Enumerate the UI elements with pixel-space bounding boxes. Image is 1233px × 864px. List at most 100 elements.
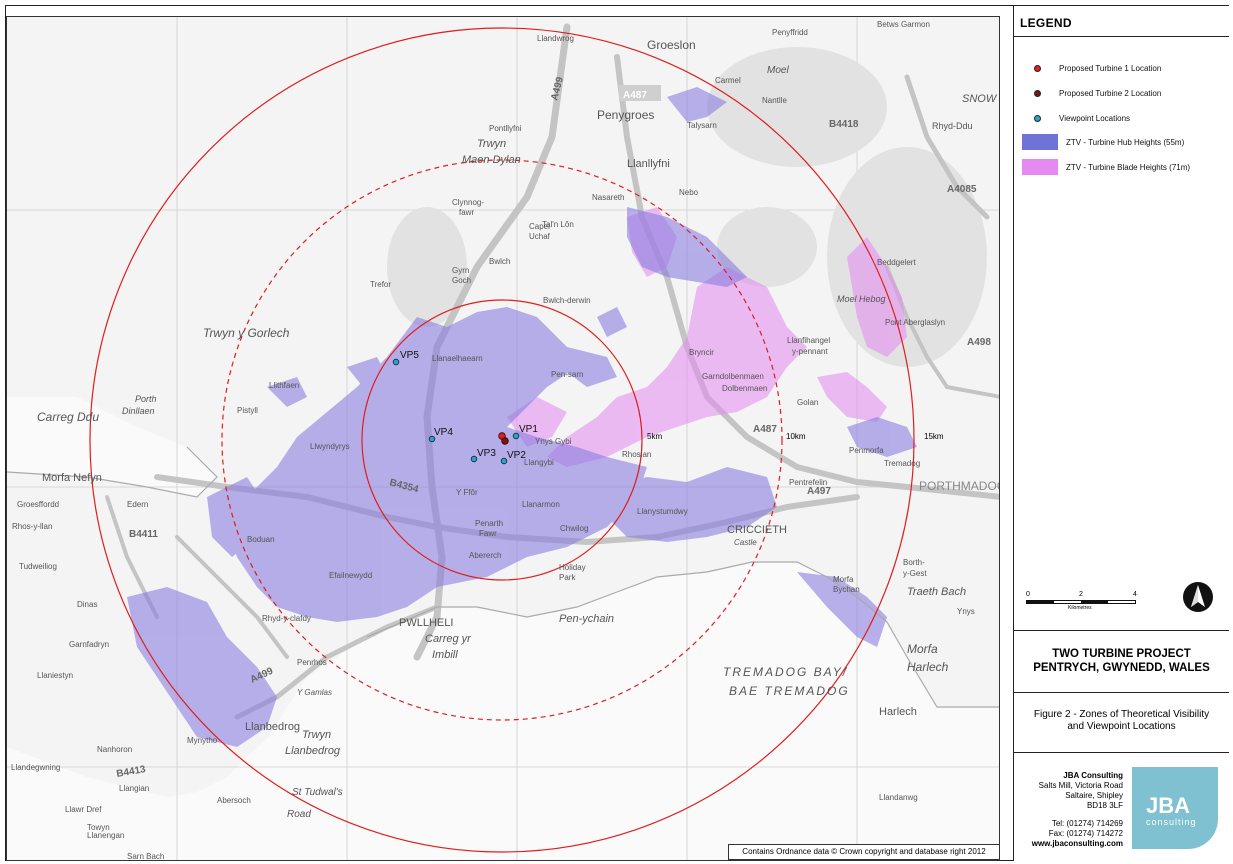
road-a497: A497: [807, 486, 831, 497]
legend-item-viewpoints: Viewpoint Locations: [1022, 110, 1130, 126]
legend-item-ztv-blade: ZTV - Turbine Blade Heights (71m): [1022, 159, 1190, 175]
scale-bar: 0 2 4 Kilometres: [1026, 591, 1141, 613]
place-talysarn: Talysarn: [687, 121, 717, 130]
turbine-1-dot-icon: [1034, 64, 1041, 72]
company-website[interactable]: www.jbaconsulting.com: [1032, 839, 1123, 849]
place-morfa-bychan-2: Bychan: [833, 585, 860, 594]
place-pen-ychain: Pen-ychain: [559, 613, 614, 625]
place-morfa-harlech: Harlech: [907, 660, 949, 674]
place-maen-dylan: Maen Dylan: [462, 154, 521, 166]
place-betws-garmon: Betws Garmon: [877, 20, 930, 29]
road-a487-east: A487: [753, 424, 777, 435]
copyright-notice: Contains Ordnance data © Crown copyright…: [728, 844, 1000, 860]
place-rhoslan: Rhoslan: [622, 450, 651, 459]
ring-label-10km: 10km: [786, 432, 806, 441]
place-mynytho: Mynytho: [187, 736, 218, 745]
place-harlech: Harlech: [879, 706, 917, 718]
place-moel-hebog: Moel Hebog: [837, 294, 886, 304]
project-section: TWO TURBINE PROJECT PENTRYCH, GWYNEDD, W…: [1014, 631, 1229, 693]
place-llandegwning: Llandegwning: [11, 763, 60, 772]
place-llangian: Llangian: [119, 784, 149, 793]
viewpoint-vp2[interactable]: [500, 457, 508, 465]
place-snowdon: SNOW: [962, 93, 998, 105]
viewpoint-label-vp5: VP5: [400, 350, 419, 361]
company-fax: Fax: (01274) 714272: [1048, 829, 1123, 838]
ring-label-5km: 5km: [647, 432, 662, 441]
road-a4085: A4085: [947, 184, 977, 195]
place-groeslon: Groeslon: [647, 38, 696, 52]
road-b4411: B4411: [129, 529, 158, 540]
place-llandanwg: Llandanwg: [879, 793, 918, 802]
place-borth-y-gest: y-Gest: [903, 569, 927, 578]
viewpoint-vp1[interactable]: [512, 432, 520, 440]
turbine-2-dot-icon: [1034, 89, 1041, 97]
place-llanfihangel: Llanfihangel: [787, 336, 830, 345]
place-pontllyfni: Pontllyfni: [489, 124, 522, 133]
road-b4418: B4418: [829, 119, 859, 130]
place-bae-tremadog: BAE TREMADOG: [729, 684, 850, 698]
legend-item-turbine-2: Proposed Turbine 2 Location: [1022, 85, 1161, 101]
scale-tick-4: 4: [1133, 591, 1137, 598]
place-tremadog: Tremadog: [884, 459, 920, 468]
place-penygroes: Penygroes: [597, 108, 654, 122]
viewpoint-vp5[interactable]: [392, 358, 400, 366]
place-porthmadog: PORTHMADOG: [919, 479, 1000, 493]
place-gyrn-goch: Goch: [452, 276, 471, 285]
place-trwyn-gorlech: Trwyn y Gorlech: [203, 326, 290, 340]
place-clynnog-fawr: fawr: [459, 208, 474, 217]
place-dinas: Dinas: [77, 600, 97, 609]
place-sarn-bach: Sarn Bach: [127, 852, 164, 861]
map-canvas[interactable]: 5km 10km 15km VP1 VP2 VP3 VP4 VP5 Groesl…: [7, 17, 1000, 861]
place-llwyndyrys: Llwyndyrys: [310, 442, 350, 451]
place-trwyn-llanbedrog: Trwyn: [302, 729, 331, 741]
place-llanfihangel-y-pennant: y-pennant: [792, 347, 828, 356]
turbine-2-marker[interactable]: [501, 437, 509, 445]
place-llandwrog: Llandwrog: [537, 34, 574, 43]
place-nantlle: Nantlle: [762, 96, 787, 105]
figure-caption-line2: and Viewpoint Locations: [1067, 721, 1176, 732]
place-penarth: Penarth: [475, 519, 503, 528]
place-ynys: Ynys: [957, 607, 975, 616]
place-rhos-y-llan: Rhos-y-llan: [12, 522, 52, 531]
place-traeth-bach: Traeth Bach: [907, 586, 966, 598]
ring-label-15km: 15km: [924, 432, 944, 441]
place-carreg-yr: Carreg yr: [425, 633, 472, 645]
place-llanaelhaearn: Llanaelhaearn: [432, 354, 483, 363]
map-view[interactable]: 5km 10km 15km VP1 VP2 VP3 VP4 VP5 Groesl…: [6, 16, 1000, 861]
scale-tick-2: 2: [1079, 591, 1083, 598]
place-llanbedrog: Llanbedrog: [245, 721, 300, 733]
place-penmorfa: Penmorfa: [849, 446, 884, 455]
place-st-tudwals-road: Road: [287, 809, 311, 820]
place-dolbenmaen: Dolbenmaen: [722, 384, 767, 393]
place-capel: Capel: [529, 222, 550, 231]
place-morfa-bychan-1: Morfa: [833, 575, 854, 584]
place-nebo: Nebo: [679, 188, 699, 197]
company-tel: Tel: (01274) 714269: [1051, 819, 1123, 828]
legend-title: LEGEND: [1020, 16, 1072, 30]
place-llanystumdwy: Llanystumdwy: [637, 507, 688, 516]
place-trefor: Trefor: [370, 280, 391, 289]
place-garnfadryn: Garnfadryn: [69, 640, 109, 649]
place-nanhoron: Nanhoron: [97, 745, 132, 754]
place-tudweiliog: Tudweiliog: [19, 562, 57, 571]
place-morfa: Morfa: [907, 642, 938, 656]
place-aberglaslyn: Pont Aberglaslyn: [885, 318, 945, 327]
viewpoint-label-vp4: VP4: [434, 427, 453, 438]
place-porth: Porth: [135, 394, 157, 404]
road-b4413: B4413: [116, 764, 147, 780]
project-title-line1: TWO TURBINE PROJECT: [1052, 648, 1191, 660]
place-rhydyclafdy: Rhyd-y-clafdy: [262, 614, 311, 623]
viewpoint-vp3[interactable]: [470, 455, 478, 463]
place-edern: Edern: [127, 500, 148, 509]
place-imbill: Imbill: [432, 649, 458, 661]
place-y-gamlas: Y Gamlas: [297, 688, 332, 697]
company-name: JBA Consulting: [1063, 771, 1123, 780]
place-capel-uchaf: Uchaf: [529, 232, 551, 241]
company-section: JBA Consulting Salts Mill, Victoria Road…: [1014, 753, 1229, 861]
place-penarth-fawr: Fawr: [479, 529, 497, 538]
place-tremadog-bay: TREMADOG BAY/: [723, 665, 848, 679]
place-porth-dinllaen: Dinllaen: [122, 406, 155, 416]
place-llaniestyn: Llaniestyn: [37, 671, 73, 680]
place-abersoch: Abersoch: [217, 796, 251, 805]
info-panel: LEGEND Proposed Turbine 1 Location Propo…: [1013, 6, 1229, 861]
